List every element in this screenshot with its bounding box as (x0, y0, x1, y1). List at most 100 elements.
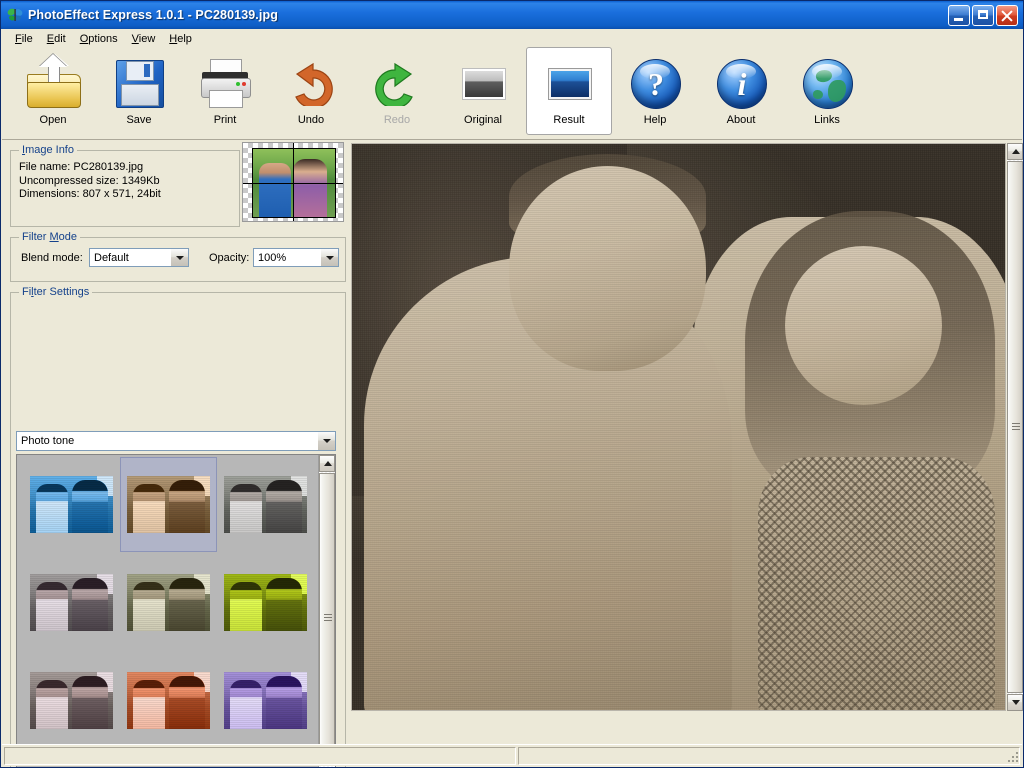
redo-arrow-icon (368, 54, 426, 112)
preview-canvas[interactable] (351, 143, 1006, 711)
filter-thumbnail-list[interactable] (16, 454, 336, 768)
toolbar-label-print: Print (214, 114, 237, 126)
filter-thumbnail-mauve-tone[interactable] (23, 653, 120, 748)
image-info-text: File name: PC280139.jpg Uncompressed siz… (19, 161, 161, 202)
filter-thumbnail-blue-tone[interactable] (23, 457, 120, 552)
resize-grip-icon[interactable] (1006, 750, 1020, 764)
toolbar-button-redo[interactable]: Redo (354, 47, 440, 135)
image-info-group: Image Info File name: PC280139.jpg Uncom… (10, 150, 240, 227)
menu-view[interactable]: View (125, 32, 163, 46)
preview-scroll-down-button[interactable] (1007, 694, 1023, 711)
filter-scroll-up-button[interactable] (319, 455, 335, 472)
toolbar-label-original: Original (464, 114, 502, 126)
result-photo-icon (540, 54, 598, 112)
toolbar-button-open[interactable]: Open (10, 47, 96, 135)
filter-thumbnail-lavender-tone[interactable] (23, 555, 120, 650)
toolbar-button-save[interactable]: Save (96, 47, 182, 135)
filter-thumbnail-orange-tone[interactable] (120, 653, 217, 748)
chevron-down-icon[interactable] (320, 249, 338, 266)
application-window: PhotoEffect Express 1.0.1 - PC280139.jpg… (0, 0, 1024, 768)
filter-thumbnail-image (127, 574, 210, 631)
toolbar-label-about: About (727, 114, 756, 126)
toolbar-button-print[interactable]: Print (182, 47, 268, 135)
filter-thumbnail-lime-tone[interactable] (217, 555, 314, 650)
filter-mode-caption: Filter Mode (19, 231, 80, 243)
filter-thumbnail-image (30, 476, 113, 533)
filter-settings-caption-pre: Fi (22, 286, 31, 298)
chevron-down-icon[interactable] (170, 249, 188, 266)
filter-thumbnail-image (224, 672, 307, 729)
filter-settings-caption: Filter Settings (19, 286, 92, 298)
minimize-button[interactable] (948, 5, 970, 26)
left-panel: Image Info File name: PC280139.jpg Uncom… (2, 140, 350, 737)
printer-icon (196, 54, 254, 112)
toolbar: Open Save Print Undo (2, 47, 1022, 140)
info-dimensions: Dimensions: 807 x 571, 24bit (19, 188, 161, 202)
globe-orb-icon (798, 54, 856, 112)
preset-group-select[interactable]: Photo tone (16, 431, 336, 451)
menu-bar: File Edit Options View Help (2, 30, 1022, 47)
original-photo-icon (454, 54, 512, 112)
navigator-thumbnail[interactable] (242, 142, 344, 222)
image-info-caption: Image Info (19, 144, 77, 156)
filter-mode-caption-rest: ode (59, 231, 77, 243)
open-folder-icon (24, 54, 82, 112)
filter-thumbnail-image (224, 476, 307, 533)
maximize-button[interactable] (972, 5, 994, 26)
toolbar-button-help[interactable]: ? Help (612, 47, 698, 135)
toolbar-label-redo: Redo (384, 114, 410, 126)
filter-scroll-thumb[interactable] (319, 473, 335, 763)
menu-options-rest: ptions (88, 33, 117, 45)
info-file-name: File name: PC280139.jpg (19, 161, 161, 175)
filter-mode-caption-pre: Filter (22, 231, 50, 243)
blend-mode-select[interactable]: Default (89, 248, 189, 267)
toolbar-button-original[interactable]: Original (440, 47, 526, 135)
question-orb-icon: ? (626, 54, 684, 112)
toolbar-button-links[interactable]: Links (784, 47, 870, 135)
menu-edit[interactable]: Edit (40, 32, 73, 46)
preview-vscroll-thumb[interactable] (1007, 161, 1023, 693)
filter-list-scrollbar[interactable] (318, 455, 335, 768)
filter-mode-group: Filter Mode Blend mode: Default Opacity:… (10, 237, 346, 282)
window-title: PhotoEffect Express 1.0.1 - PC280139.jpg (28, 8, 948, 22)
status-pane-left (4, 747, 516, 765)
close-button[interactable] (996, 5, 1018, 26)
menu-edit-rest: dit (54, 33, 66, 45)
window-controls (948, 5, 1020, 26)
menu-view-rest: iew (139, 33, 156, 45)
toolbar-label-undo: Undo (298, 114, 324, 126)
toolbar-button-result[interactable]: Result (526, 47, 612, 135)
filter-thumbnail-sepia-tone[interactable] (120, 457, 217, 552)
toolbar-label-links: Links (814, 114, 840, 126)
menu-help[interactable]: Help (162, 32, 199, 46)
toolbar-button-undo[interactable]: Undo (268, 47, 354, 135)
toolbar-button-about[interactable]: i About (698, 47, 784, 135)
filter-thumbnail-image (30, 574, 113, 631)
undo-arrow-icon (282, 54, 340, 112)
preview-image (351, 143, 1006, 711)
blend-mode-label: Blend mode: (21, 252, 83, 264)
filter-thumbnail-olive-tone[interactable] (120, 555, 217, 650)
chevron-down-icon[interactable] (317, 432, 335, 450)
opacity-select[interactable]: 100% (253, 248, 339, 267)
filter-thumbnail-grayscale-tone[interactable] (217, 457, 314, 552)
toolbar-label-open: Open (40, 114, 67, 126)
menu-file[interactable]: File (8, 32, 40, 46)
preview-scroll-up-button[interactable] (1007, 143, 1023, 160)
filter-thumbnail-image (30, 672, 113, 729)
blend-mode-value: Default (90, 252, 170, 264)
toolbar-label-help: Help (644, 114, 667, 126)
filter-thumbnail-violet-tone[interactable] (217, 653, 314, 748)
filter-thumbnail-grid (17, 455, 318, 768)
toolbar-label-save: Save (126, 114, 151, 126)
filter-settings-caption-rest: ter Settings (34, 286, 90, 298)
menu-options[interactable]: Options (73, 32, 125, 46)
image-info-caption-rest: mage Info (25, 144, 74, 156)
status-bar (2, 744, 1022, 766)
menu-help-rest: elp (177, 33, 192, 45)
preview-vertical-scrollbar[interactable] (1007, 143, 1024, 711)
butterfly-icon (6, 6, 24, 24)
filter-thumbnail-image (224, 574, 307, 631)
filter-thumbnail-image (127, 476, 210, 533)
menu-file-rest: ile (22, 33, 33, 45)
